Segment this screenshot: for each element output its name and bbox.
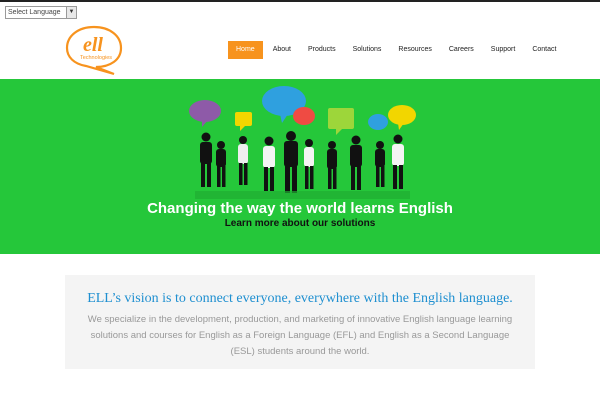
speech-bubble-green: [328, 108, 354, 129]
top-border: [0, 0, 600, 2]
vision-text: We specialize in the development, produc…: [87, 314, 513, 357]
nav-about[interactable]: About: [266, 41, 298, 59]
language-select[interactable]: Select Language ▼: [5, 6, 77, 19]
hero-banner: Changing the way the world learns Englis…: [0, 79, 600, 254]
hero-solutions-link[interactable]: Learn more about our solutions: [0, 218, 600, 229]
ell-logo[interactable]: ell Technologies: [64, 24, 124, 76]
nav-support[interactable]: Support: [484, 41, 523, 59]
logo-tagline: Technologies: [80, 55, 112, 61]
speech-bubble-blue-small: [368, 114, 388, 130]
speech-bubble-yellow: [388, 105, 416, 125]
speech-bubble-red: [293, 107, 315, 125]
nav-solutions[interactable]: Solutions: [346, 41, 389, 59]
language-select-value: Select Language: [8, 9, 61, 16]
vision-section: ELL’s vision is to connect everyone, eve…: [65, 275, 535, 369]
nav-home[interactable]: Home: [228, 41, 263, 59]
chevron-down-icon[interactable]: ▼: [66, 7, 76, 18]
nav-products[interactable]: Products: [301, 41, 343, 59]
hero-title: Changing the way the world learns Englis…: [147, 200, 453, 217]
speech-bubble-yellow-square: [235, 112, 252, 126]
main-nav: Home About Products Solutions Resources …: [228, 41, 566, 59]
nav-contact[interactable]: Contact: [525, 41, 563, 59]
hero-illustration: [189, 86, 416, 199]
nav-resources[interactable]: Resources: [391, 41, 438, 59]
logo-wordmark: ell: [83, 34, 103, 56]
vision-title: ELL’s vision is to connect everyone, eve…: [87, 291, 513, 306]
speech-bubble-purple: [189, 100, 221, 122]
people-silhouettes: [200, 131, 404, 193]
nav-careers[interactable]: Careers: [442, 41, 481, 59]
